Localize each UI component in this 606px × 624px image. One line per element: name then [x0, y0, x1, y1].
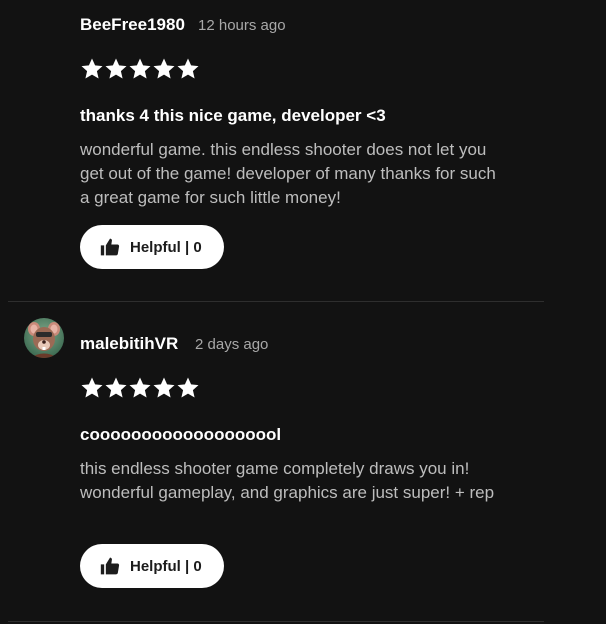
review-body: this endless shooter game completely dra… — [80, 459, 495, 502]
thumbs-up-icon — [100, 238, 120, 256]
review-card: BeeFree1980 12 hours ago thanks 4 this n… — [8, 0, 544, 302]
star-rating — [80, 57, 200, 81]
helpful-label: Helpful | 0 — [130, 557, 202, 575]
star-icon — [129, 58, 151, 79]
star-icon — [81, 58, 103, 79]
star-icon — [81, 377, 103, 398]
star-icon — [177, 58, 199, 79]
star-icon — [105, 377, 127, 398]
thumbs-up-icon — [100, 557, 120, 575]
avatar[interactable] — [24, 318, 64, 358]
review-card: malebitihVR 2 days ago coooooooooooooooo… — [8, 302, 544, 622]
review-body: wonderful game. this endless shooter doe… — [80, 140, 496, 207]
review-title: thanks 4 this nice game, developer <3 — [80, 106, 386, 125]
review-author[interactable]: BeeFree1980 — [80, 15, 185, 35]
review-author[interactable]: malebitihVR — [80, 334, 178, 354]
star-icon — [129, 377, 151, 398]
star-icon — [153, 58, 175, 79]
star-icon — [177, 377, 199, 398]
star-icon — [153, 377, 175, 398]
review-time: 2 days ago — [195, 336, 269, 353]
star-rating — [80, 376, 200, 400]
helpful-button[interactable]: Helpful | 0 — [80, 225, 224, 269]
star-icon — [105, 58, 127, 79]
review-time: 12 hours ago — [198, 17, 286, 34]
helpful-button[interactable]: Helpful | 0 — [80, 544, 224, 588]
helpful-label: Helpful | 0 — [130, 238, 202, 256]
cartoon-rat-avatar-icon — [24, 318, 64, 358]
review-title: cooooooooooooooooool — [80, 425, 282, 444]
